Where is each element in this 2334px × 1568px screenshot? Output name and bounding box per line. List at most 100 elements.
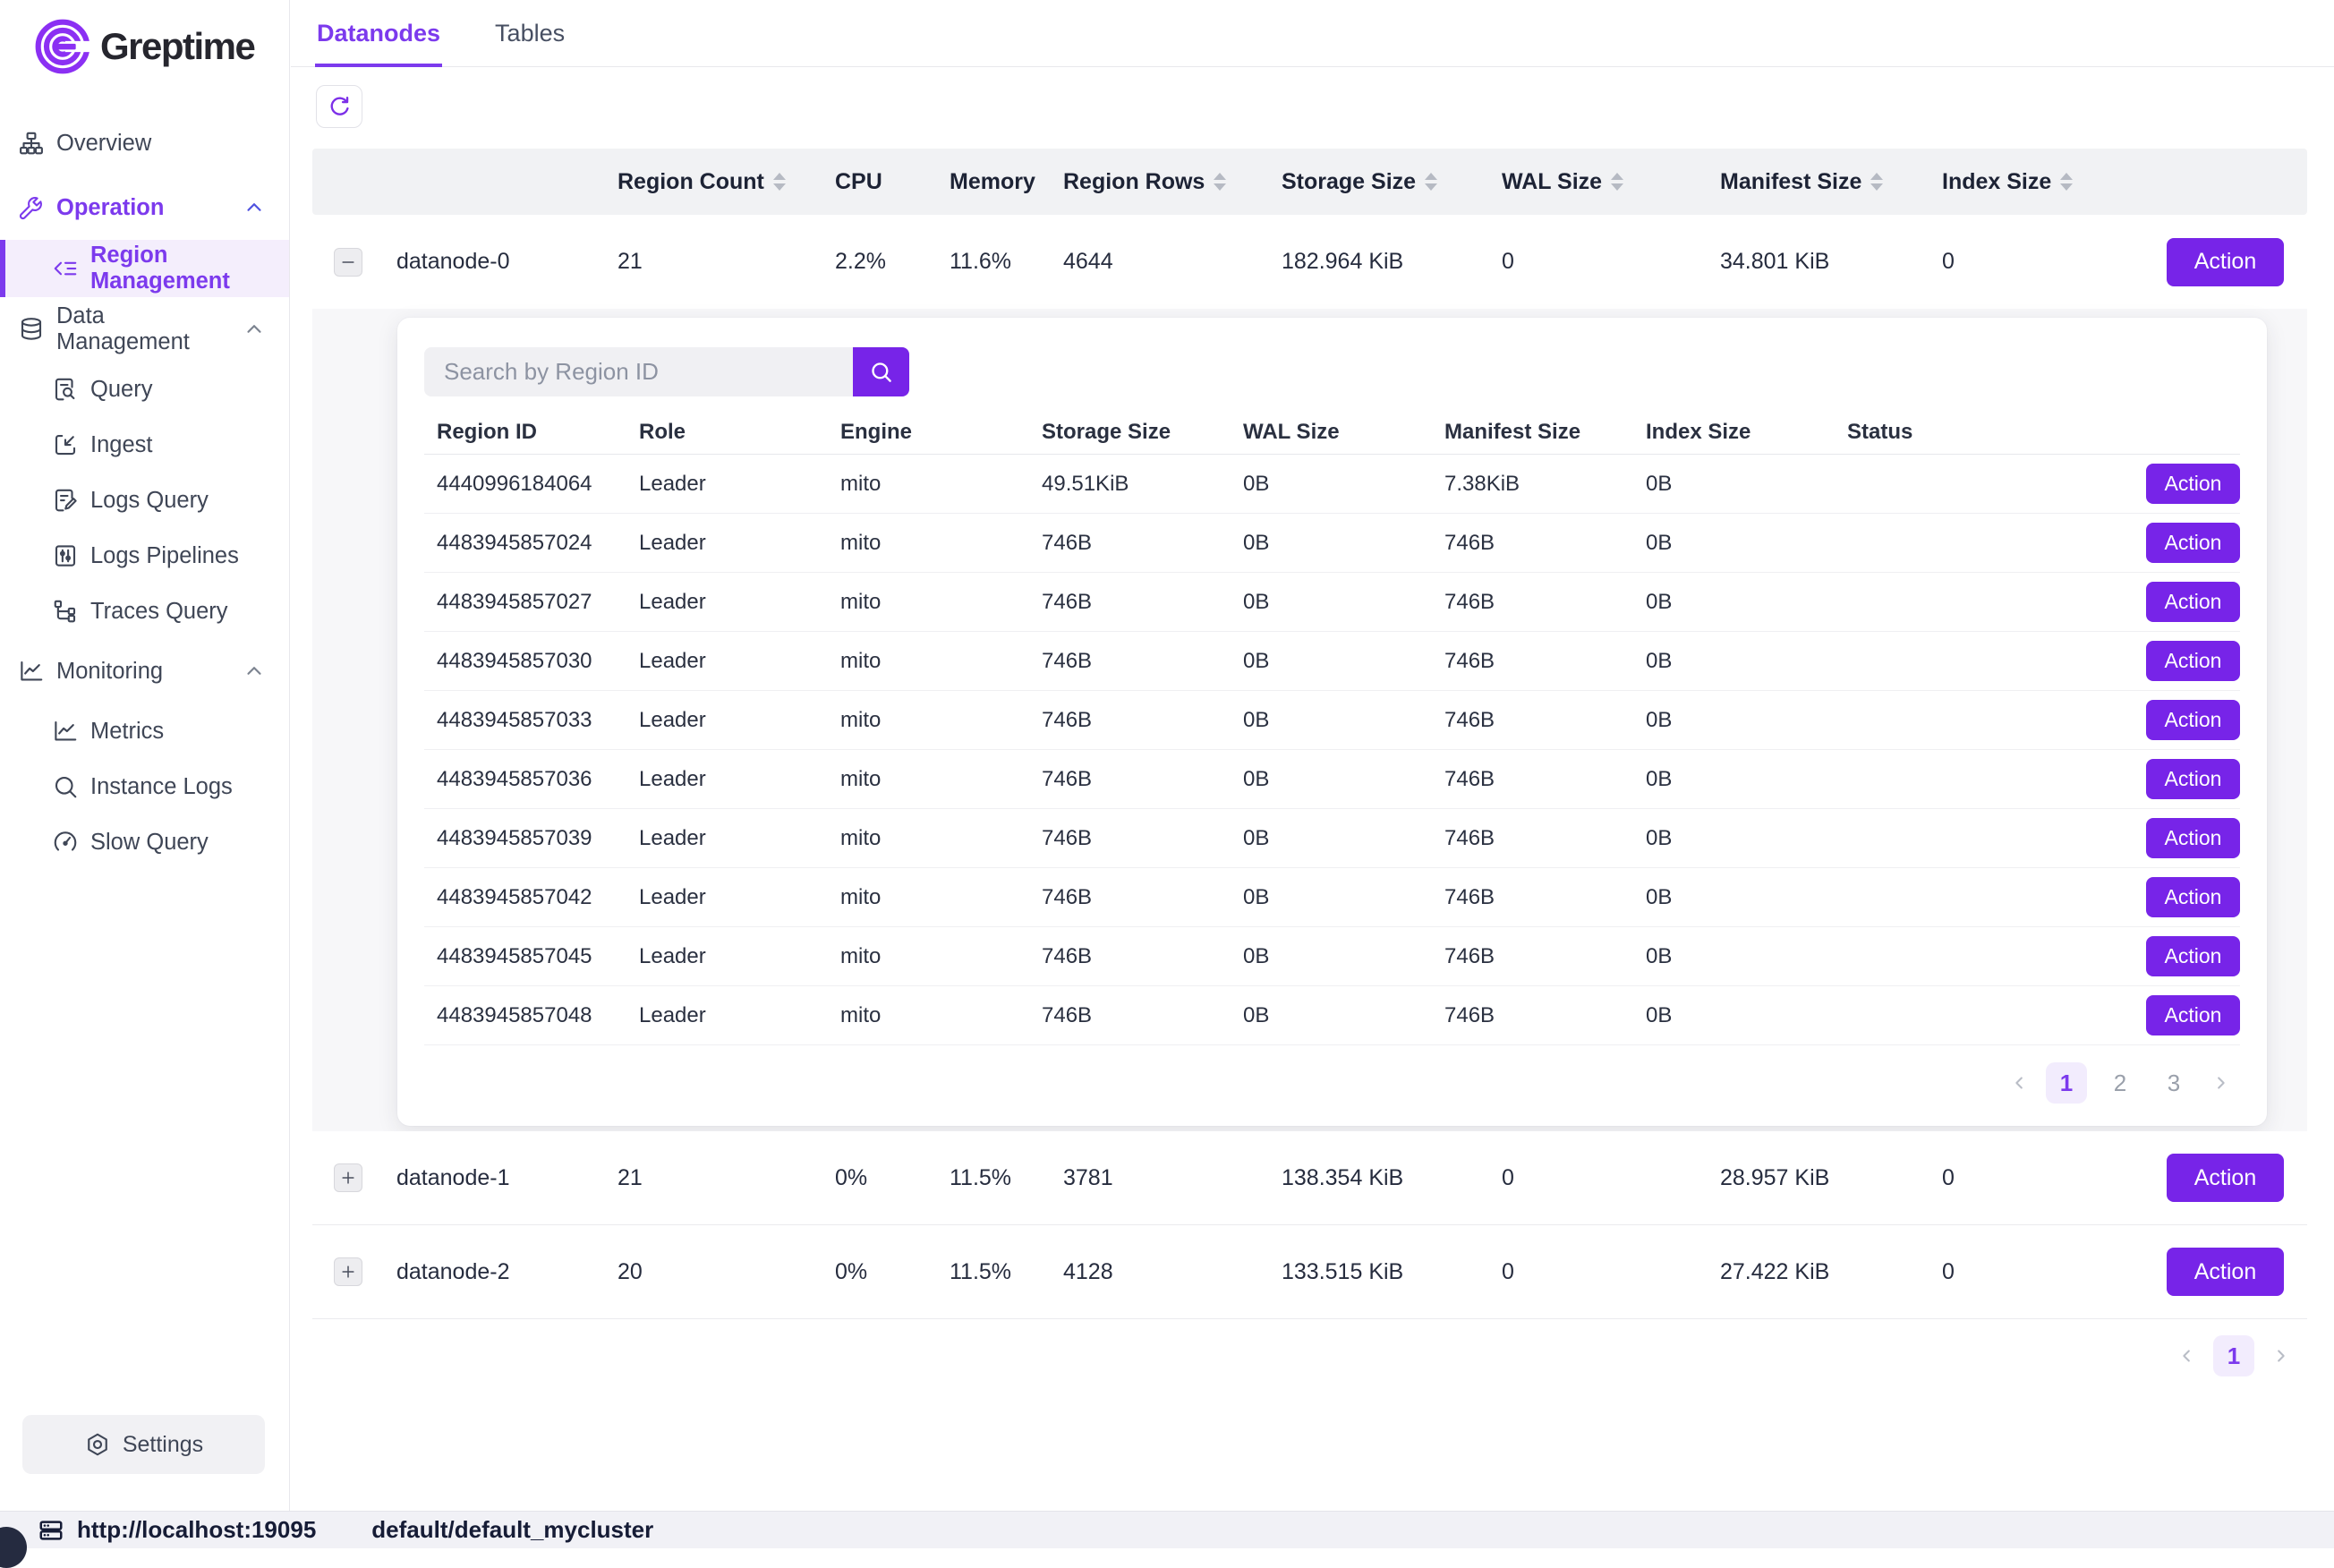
engine-value: mito (828, 531, 1029, 556)
region-action-button[interactable]: Action (2146, 523, 2240, 563)
datanode-row: datanode-2 20 0% 11.5% 4128 133.515 KiB … (312, 1225, 2307, 1319)
manifest-size-value: 746B (1432, 708, 1633, 733)
region-count-value: 21 (616, 1165, 833, 1191)
tab-datanodes[interactable]: Datanodes (315, 0, 442, 66)
main-content: Datanodes Tables Region Count CPU Memory… (291, 0, 2334, 1511)
region-action-button[interactable]: Action (2146, 818, 2240, 858)
region-action-button[interactable]: Action (2146, 582, 2240, 622)
sidebar-nav: Overview Operation Region Management Dat… (0, 111, 289, 870)
region-search-input[interactable] (424, 347, 853, 396)
manifest-size-value: 746B (1432, 1003, 1633, 1028)
logo[interactable]: Greptime (0, 0, 289, 75)
page-number-3[interactable]: 3 (2153, 1062, 2194, 1104)
next-page-button[interactable] (2261, 1336, 2300, 1376)
wal-size-value: 0 (1500, 249, 1718, 275)
search-icon (869, 360, 893, 384)
sidebar-item-metrics[interactable]: Metrics (0, 703, 289, 759)
cpu-value: 0% (833, 1259, 948, 1285)
column-manifest-size: Manifest Size (1718, 169, 1940, 195)
expand-button[interactable] (334, 1257, 362, 1286)
role-value: Leader (626, 885, 828, 910)
prev-page-button[interactable] (2168, 1336, 2207, 1376)
sidebar-item-label: Metrics (90, 719, 164, 745)
region-action-button[interactable]: Action (2146, 641, 2240, 681)
column-storage-size: Storage Size (1029, 420, 1231, 445)
region-action-button[interactable]: Action (2146, 464, 2240, 504)
role-value: Leader (626, 472, 828, 497)
tab-tables[interactable]: Tables (493, 0, 566, 66)
sidebar-item-data-management[interactable]: Data Management (0, 297, 289, 362)
sidebar-item-logs-pipelines[interactable]: Logs Pipelines (0, 528, 289, 584)
role-value: Leader (626, 649, 828, 674)
region-action-button[interactable]: Action (2146, 759, 2240, 799)
page-number-1[interactable]: 1 (2213, 1335, 2254, 1376)
role-value: Leader (626, 708, 828, 733)
database-icon (18, 316, 45, 343)
region-id-value: 4483945857030 (424, 649, 626, 674)
sort-icon[interactable] (1870, 173, 1883, 191)
region-search-button[interactable] (853, 347, 909, 396)
wal-size-value: 0 (1500, 1259, 1718, 1285)
page-number-1[interactable]: 1 (2046, 1062, 2087, 1104)
region-rows-value: 4644 (1061, 249, 1280, 275)
index-size-value: 0B (1633, 472, 1835, 497)
datanode-name: datanode-1 (379, 1165, 616, 1191)
sort-icon[interactable] (773, 173, 786, 191)
datanode-action-button[interactable]: Action (2167, 1248, 2284, 1296)
region-action-button[interactable]: Action (2146, 700, 2240, 740)
region-table-row: 4440996184064 Leader mito 49.51KiB 0B 7.… (424, 455, 2240, 514)
column-index-size: Index Size (1940, 169, 2143, 195)
index-size-value: 0 (1940, 1259, 2143, 1285)
sidebar-item-slow-query[interactable]: Slow Query (0, 814, 289, 870)
index-size-value: 0 (1940, 1165, 2143, 1191)
storage-size-value: 182.964 KiB (1280, 249, 1500, 275)
datanode-action-button[interactable]: Action (2167, 1154, 2284, 1202)
datanodes-table: Region Count CPU Memory Region Rows Stor… (312, 149, 2307, 1319)
sidebar-item-instance-logs[interactable]: Instance Logs (0, 759, 289, 814)
sidebar-item-traces-query[interactable]: Traces Query (0, 584, 289, 639)
storage-size-value: 746B (1029, 944, 1231, 969)
sidebar-item-operation[interactable]: Operation (0, 175, 289, 240)
sort-icon[interactable] (1425, 173, 1437, 191)
sidebar-item-label: Logs Query (90, 488, 209, 514)
page-number-2[interactable]: 2 (2100, 1062, 2141, 1104)
expand-button[interactable] (334, 1163, 362, 1192)
sort-icon[interactable] (1214, 173, 1226, 191)
region-action-button[interactable]: Action (2146, 877, 2240, 917)
datanodes-table-header: Region Count CPU Memory Region Rows Stor… (312, 149, 2307, 215)
server-icon (38, 1517, 64, 1544)
region-action-button[interactable]: Action (2146, 936, 2240, 976)
wal-size-value: 0B (1231, 1003, 1432, 1028)
sidebar-item-ingest[interactable]: Ingest (0, 417, 289, 473)
region-table-row: 4483945857036 Leader mito 746B 0B 746B 0… (424, 750, 2240, 809)
index-size-value: 0B (1633, 649, 1835, 674)
sort-icon[interactable] (2060, 173, 2073, 191)
role-value: Leader (626, 590, 828, 615)
sidebar-item-logs-query[interactable]: Logs Query (0, 473, 289, 528)
plus-icon (339, 1263, 357, 1281)
refresh-button[interactable] (316, 85, 362, 128)
manifest-size-value: 34.801 KiB (1718, 249, 1940, 275)
next-page-button[interactable] (2201, 1063, 2240, 1103)
region-id-value: 4483945857048 (424, 1003, 626, 1028)
index-size-value: 0B (1633, 826, 1835, 851)
index-size-value: 0B (1633, 590, 1835, 615)
sidebar-item-query[interactable]: Query (0, 362, 289, 417)
index-size-value: 0B (1633, 944, 1835, 969)
sidebar-item-overview[interactable]: Overview (0, 111, 289, 175)
column-region-id: Region ID (424, 420, 626, 445)
region-action-button[interactable]: Action (2146, 995, 2240, 1035)
sidebar-item-monitoring[interactable]: Monitoring (0, 639, 289, 703)
collapse-button[interactable] (334, 248, 362, 277)
prev-page-button[interactable] (2000, 1063, 2040, 1103)
region-rows-value: 3781 (1061, 1165, 1280, 1191)
manifest-size-value: 746B (1432, 767, 1633, 792)
storage-size-value: 746B (1029, 649, 1231, 674)
sort-icon[interactable] (1611, 173, 1623, 191)
sidebar-item-region-management[interactable]: Region Management (0, 240, 289, 297)
column-engine: Engine (828, 420, 1029, 445)
minus-icon (339, 253, 357, 271)
settings-button[interactable]: Settings (22, 1415, 265, 1474)
manifest-size-value: 28.957 KiB (1718, 1165, 1940, 1191)
datanode-action-button[interactable]: Action (2167, 238, 2284, 286)
